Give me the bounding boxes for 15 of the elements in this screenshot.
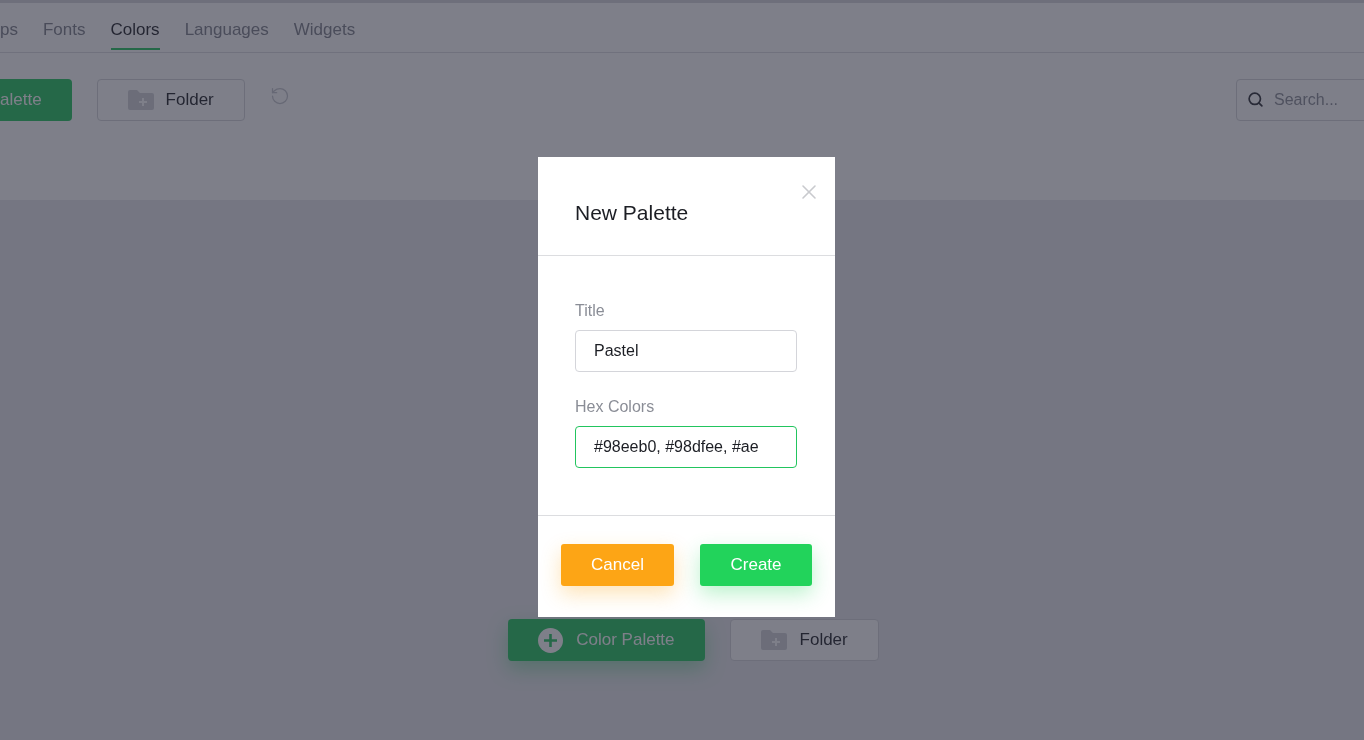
- field-label: Title: [575, 302, 606, 320]
- tab[interactable]: Colors: [110, 10, 160, 50]
- input-field[interactable]: Pastel: [575, 330, 797, 372]
- create-button[interactable]: Create: [700, 544, 812, 586]
- folder-button[interactable]: Folder: [729, 619, 879, 661]
- folder-button[interactable]: Folder: [96, 79, 245, 121]
- refresh-icon[interactable]: [269, 86, 290, 106]
- new-palette-button[interactable]: alette: [0, 79, 72, 121]
- cancel-button[interactable]: Cancel: [561, 544, 674, 586]
- plus-circle-icon: [538, 627, 564, 653]
- input-field[interactable]: #98eeb0, #98dfee, #ae: [575, 426, 797, 468]
- dialog-title: New Palette: [575, 201, 689, 225]
- field-label: Hex Colors: [575, 398, 656, 416]
- color-palette-button[interactable]: Color Palette: [508, 619, 705, 661]
- search-icon: [1247, 91, 1264, 108]
